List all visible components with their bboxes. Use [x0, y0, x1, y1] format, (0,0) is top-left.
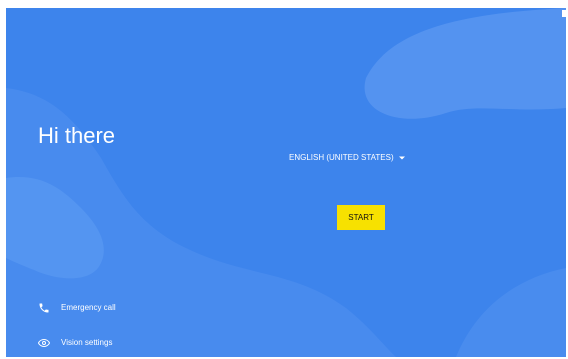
vision-settings-label: Vision settings — [61, 338, 113, 347]
start-button[interactable]: START — [337, 205, 385, 230]
language-selector[interactable]: ENGLISH (UNITED STATES) — [289, 151, 406, 165]
greeting-title: Hi there — [38, 123, 116, 148]
status-indicator — [562, 10, 568, 17]
language-label: ENGLISH (UNITED STATES) — [289, 153, 394, 162]
vision-settings-button[interactable]: Vision settings — [38, 335, 112, 351]
eye-icon — [38, 338, 50, 348]
emergency-call-button[interactable]: Emergency call — [38, 300, 116, 316]
emergency-call-label: Emergency call — [61, 303, 116, 312]
phone-icon — [39, 303, 49, 313]
caret-down-icon — [398, 156, 405, 160]
setup-welcome-screen: Hi there ENGLISH (UNITED STATES) START E… — [6, 8, 566, 357]
